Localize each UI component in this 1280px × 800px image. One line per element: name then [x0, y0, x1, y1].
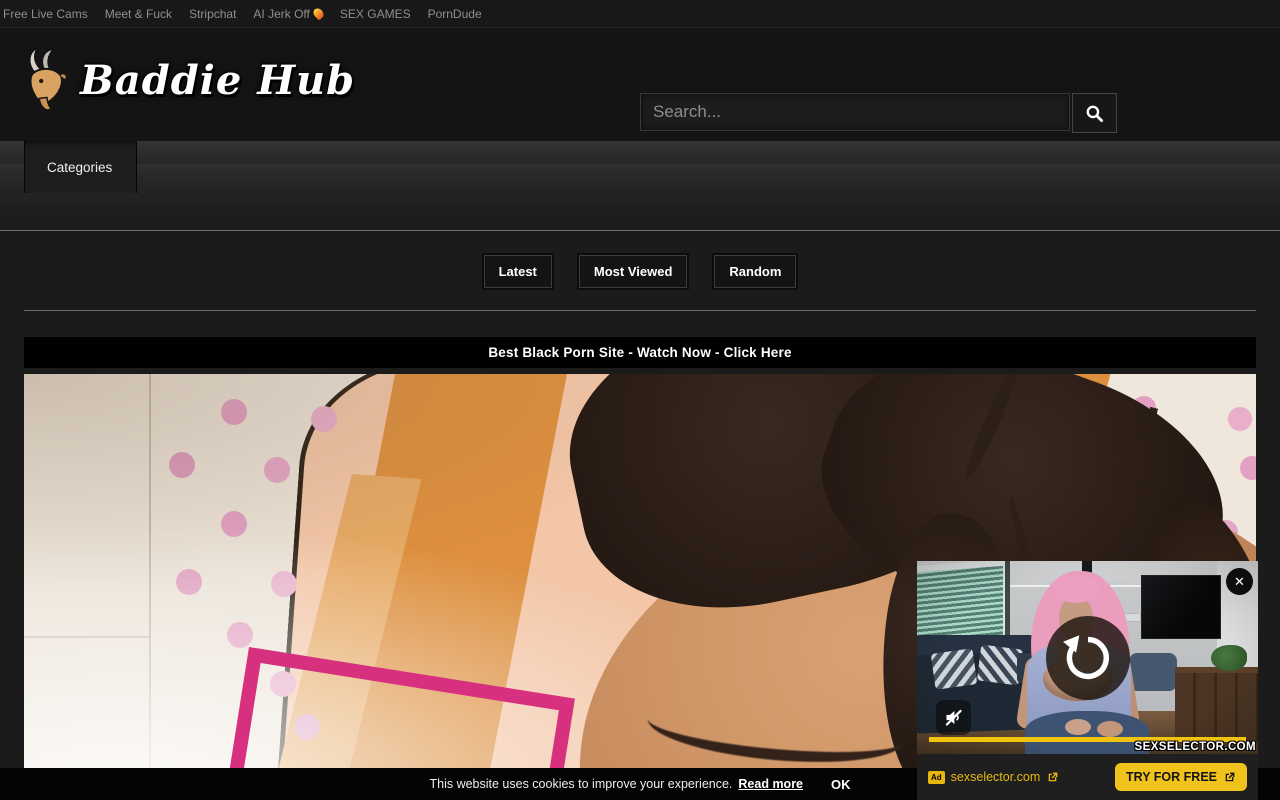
ad-site-label: sexselector.com — [951, 770, 1041, 784]
toplink-porndude[interactable]: PornDude — [428, 7, 482, 21]
video-ad-unit: SEXSELECTOR.COM ✕ Ad sexselector.com TRY… — [917, 561, 1258, 800]
ad-video-player[interactable]: SEXSELECTOR.COM ✕ — [917, 561, 1258, 754]
external-link-icon — [1223, 771, 1236, 784]
ad-info-bar: Ad sexselector.com TRY FOR FREE — [917, 754, 1258, 800]
toplink-ai-jerk-off[interactable]: AI Jerk Off — [253, 7, 322, 21]
toplink-ai-jerk-off-label: AI Jerk Off — [253, 7, 309, 21]
toplink-free-live-cams[interactable]: Free Live Cams — [3, 7, 88, 21]
filter-row: Latest Most Viewed Random — [0, 232, 1280, 311]
cookie-message: This website uses cookies to improve you… — [429, 777, 732, 791]
filter-most-viewed-button[interactable]: Most Viewed — [579, 255, 688, 288]
filter-latest-button[interactable]: Latest — [484, 255, 552, 288]
mute-button[interactable] — [936, 700, 971, 735]
ad-cta-button[interactable]: TRY FOR FREE — [1115, 763, 1247, 791]
nav-categories[interactable]: Categories — [24, 141, 137, 193]
filter-random-button[interactable]: Random — [714, 255, 796, 288]
fire-icon — [311, 6, 325, 20]
ad-watermark: SEXSELECTOR.COM — [1135, 741, 1256, 753]
search-button[interactable] — [1072, 93, 1117, 133]
nav-band: Categories — [0, 141, 1280, 231]
replay-icon — [1062, 632, 1114, 684]
ad-close-button[interactable]: ✕ — [1226, 568, 1253, 595]
cookie-read-more-link[interactable]: Read more — [738, 777, 803, 791]
replay-button[interactable] — [1046, 616, 1130, 700]
ad-cta-label: TRY FOR FREE — [1126, 770, 1217, 784]
goat-icon — [18, 46, 76, 114]
toplink-meet-and-fuck[interactable]: Meet & Fuck — [105, 7, 172, 21]
promo-banner-text: Best Black Porn Site - Watch Now - Click… — [488, 345, 791, 360]
toplink-sex-games[interactable]: SEX GAMES — [340, 7, 411, 21]
toplink-stripchat[interactable]: Stripchat — [189, 7, 236, 21]
ad-site-link[interactable]: Ad sexselector.com — [928, 770, 1059, 784]
header: Baddie Hub — [0, 28, 1280, 141]
cookie-ok-button[interactable]: OK — [831, 777, 851, 792]
search-input[interactable] — [640, 93, 1070, 131]
external-link-icon — [1046, 771, 1059, 784]
search-icon — [1085, 104, 1104, 123]
muted-speaker-icon — [943, 707, 964, 728]
top-links-bar: Free Live Cams Meet & Fuck Stripchat AI … — [0, 0, 1280, 28]
page: Free Live Cams Meet & Fuck Stripchat AI … — [0, 0, 1280, 800]
search-bar — [640, 93, 1117, 133]
site-logo[interactable]: Baddie Hub — [18, 46, 355, 114]
promo-banner[interactable]: Best Black Porn Site - Watch Now - Click… — [24, 337, 1256, 368]
ad-badge: Ad — [928, 771, 945, 784]
site-title: Baddie Hub — [80, 57, 355, 104]
